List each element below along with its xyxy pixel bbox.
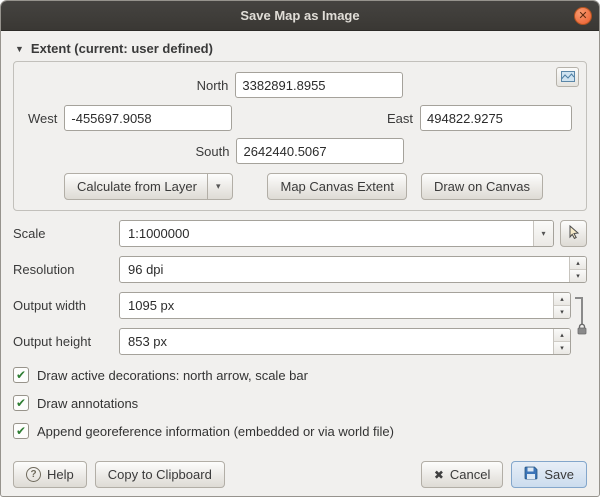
window-title: Save Map as Image: [240, 8, 359, 23]
cancel-label: Cancel: [450, 467, 490, 482]
append-georeference-checkbox-row[interactable]: ✔ Append georeference information (embed…: [13, 423, 587, 439]
spin-up-icon[interactable]: ▴: [570, 257, 586, 270]
draw-decorations-checkbox-row[interactable]: ✔ Draw active decorations: north arrow, …: [13, 367, 587, 383]
output-width-spinbox[interactable]: 1095 px ▴ ▾: [119, 292, 571, 319]
extent-frame: North West East South Calculate: [13, 61, 587, 211]
scale-row: Scale 1:1000000 ▾: [13, 220, 587, 247]
west-label: West: [28, 111, 57, 126]
resolution-spinbox[interactable]: 96 dpi ▴ ▾: [119, 256, 587, 283]
cancel-button[interactable]: ✖ Cancel: [421, 461, 504, 488]
spin-down-icon[interactable]: ▾: [554, 342, 570, 354]
east-input[interactable]: [420, 105, 572, 131]
help-label: Help: [47, 467, 74, 482]
spin-up-icon[interactable]: ▴: [554, 329, 570, 342]
calculate-from-layer-label: Calculate from Layer: [77, 179, 197, 194]
scale-value: 1:1000000: [120, 221, 533, 246]
spin-down-icon[interactable]: ▾: [554, 306, 570, 318]
check-icon: ✔: [16, 369, 26, 381]
scale-label: Scale: [13, 226, 111, 241]
save-label: Save: [544, 467, 574, 482]
aspect-ratio-chain-icon[interactable]: [575, 297, 583, 325]
resolution-value: 96 dpi: [120, 257, 569, 282]
output-height-row: Output height 853 px ▴ ▾: [13, 328, 587, 355]
check-icon: ✔: [16, 425, 26, 437]
draw-on-canvas-label: Draw on Canvas: [434, 179, 530, 194]
calculate-from-layer-button[interactable]: Calculate from Layer ▾: [64, 173, 233, 200]
output-width-row: Output width 1095 px ▴ ▾: [13, 292, 587, 319]
map-canvas-extent-button[interactable]: Map Canvas Extent: [267, 173, 406, 200]
save-map-as-image-dialog: Save Map as Image ✕ ▼ Extent (current: u…: [0, 0, 600, 497]
save-icon: [524, 466, 538, 483]
output-width-label: Output width: [13, 298, 111, 313]
titlebar[interactable]: Save Map as Image ✕: [1, 1, 599, 31]
check-icon: ✔: [16, 397, 26, 409]
south-input[interactable]: [236, 138, 404, 164]
north-label: North: [197, 78, 229, 93]
aspect-ratio-lock-icon[interactable]: [576, 323, 588, 338]
draw-decorations-checkbox[interactable]: ✔: [13, 367, 29, 383]
draw-annotations-label: Draw annotations: [37, 396, 138, 411]
scale-combobox[interactable]: 1:1000000 ▾: [119, 220, 554, 247]
south-label: South: [196, 144, 230, 159]
north-input[interactable]: [235, 72, 403, 98]
map-extent-icon: [561, 70, 575, 85]
chevron-down-icon[interactable]: ▾: [533, 221, 553, 246]
set-scale-from-canvas-button[interactable]: [560, 220, 587, 247]
spin-up-icon[interactable]: ▴: [554, 293, 570, 306]
collapse-arrow-icon: ▼: [15, 44, 24, 54]
output-width-value: 1095 px: [120, 293, 553, 318]
north-row: North: [28, 72, 572, 98]
append-georeference-label: Append georeference information (embedde…: [37, 424, 394, 439]
west-east-row: West East: [28, 105, 572, 131]
south-row: South: [28, 138, 572, 164]
dialog-footer: ? Help Copy to Clipboard ✖ Cancel Save: [13, 453, 587, 488]
extent-group-header[interactable]: ▼ Extent (current: user defined): [15, 41, 587, 56]
draw-annotations-checkbox[interactable]: ✔: [13, 395, 29, 411]
extent-map-button[interactable]: [556, 67, 579, 87]
cursor-icon: [568, 225, 580, 242]
copy-to-clipboard-label: Copy to Clipboard: [108, 467, 212, 482]
east-label: East: [387, 111, 413, 126]
dialog-body: ▼ Extent (current: user defined) North W…: [1, 31, 599, 496]
draw-on-canvas-button[interactable]: Draw on Canvas: [421, 173, 543, 200]
spin-down-icon[interactable]: ▾: [570, 270, 586, 282]
help-icon: ?: [26, 467, 41, 482]
copy-to-clipboard-button[interactable]: Copy to Clipboard: [95, 461, 225, 488]
draw-decorations-label: Draw active decorations: north arrow, sc…: [37, 368, 308, 383]
resolution-row: Resolution 96 dpi ▴ ▾: [13, 256, 587, 283]
close-button[interactable]: ✕: [574, 7, 592, 25]
save-button[interactable]: Save: [511, 461, 587, 488]
output-height-label: Output height: [13, 334, 111, 349]
help-button[interactable]: ? Help: [13, 461, 87, 488]
cancel-icon: ✖: [434, 468, 444, 482]
west-input[interactable]: [64, 105, 232, 131]
output-size-group: Output width 1095 px ▴ ▾ Output height: [13, 283, 587, 355]
chevron-down-icon: ▾: [207, 174, 221, 199]
extent-group-label: Extent (current: user defined): [31, 41, 213, 56]
output-height-value: 853 px: [120, 329, 553, 354]
append-georeference-checkbox[interactable]: ✔: [13, 423, 29, 439]
extent-buttons-row: Calculate from Layer ▾ Map Canvas Extent…: [64, 173, 572, 200]
map-canvas-extent-label: Map Canvas Extent: [280, 179, 393, 194]
close-icon: ✕: [578, 11, 587, 22]
draw-annotations-checkbox-row[interactable]: ✔ Draw annotations: [13, 395, 587, 411]
resolution-label: Resolution: [13, 262, 111, 277]
output-height-spinbox[interactable]: 853 px ▴ ▾: [119, 328, 571, 355]
